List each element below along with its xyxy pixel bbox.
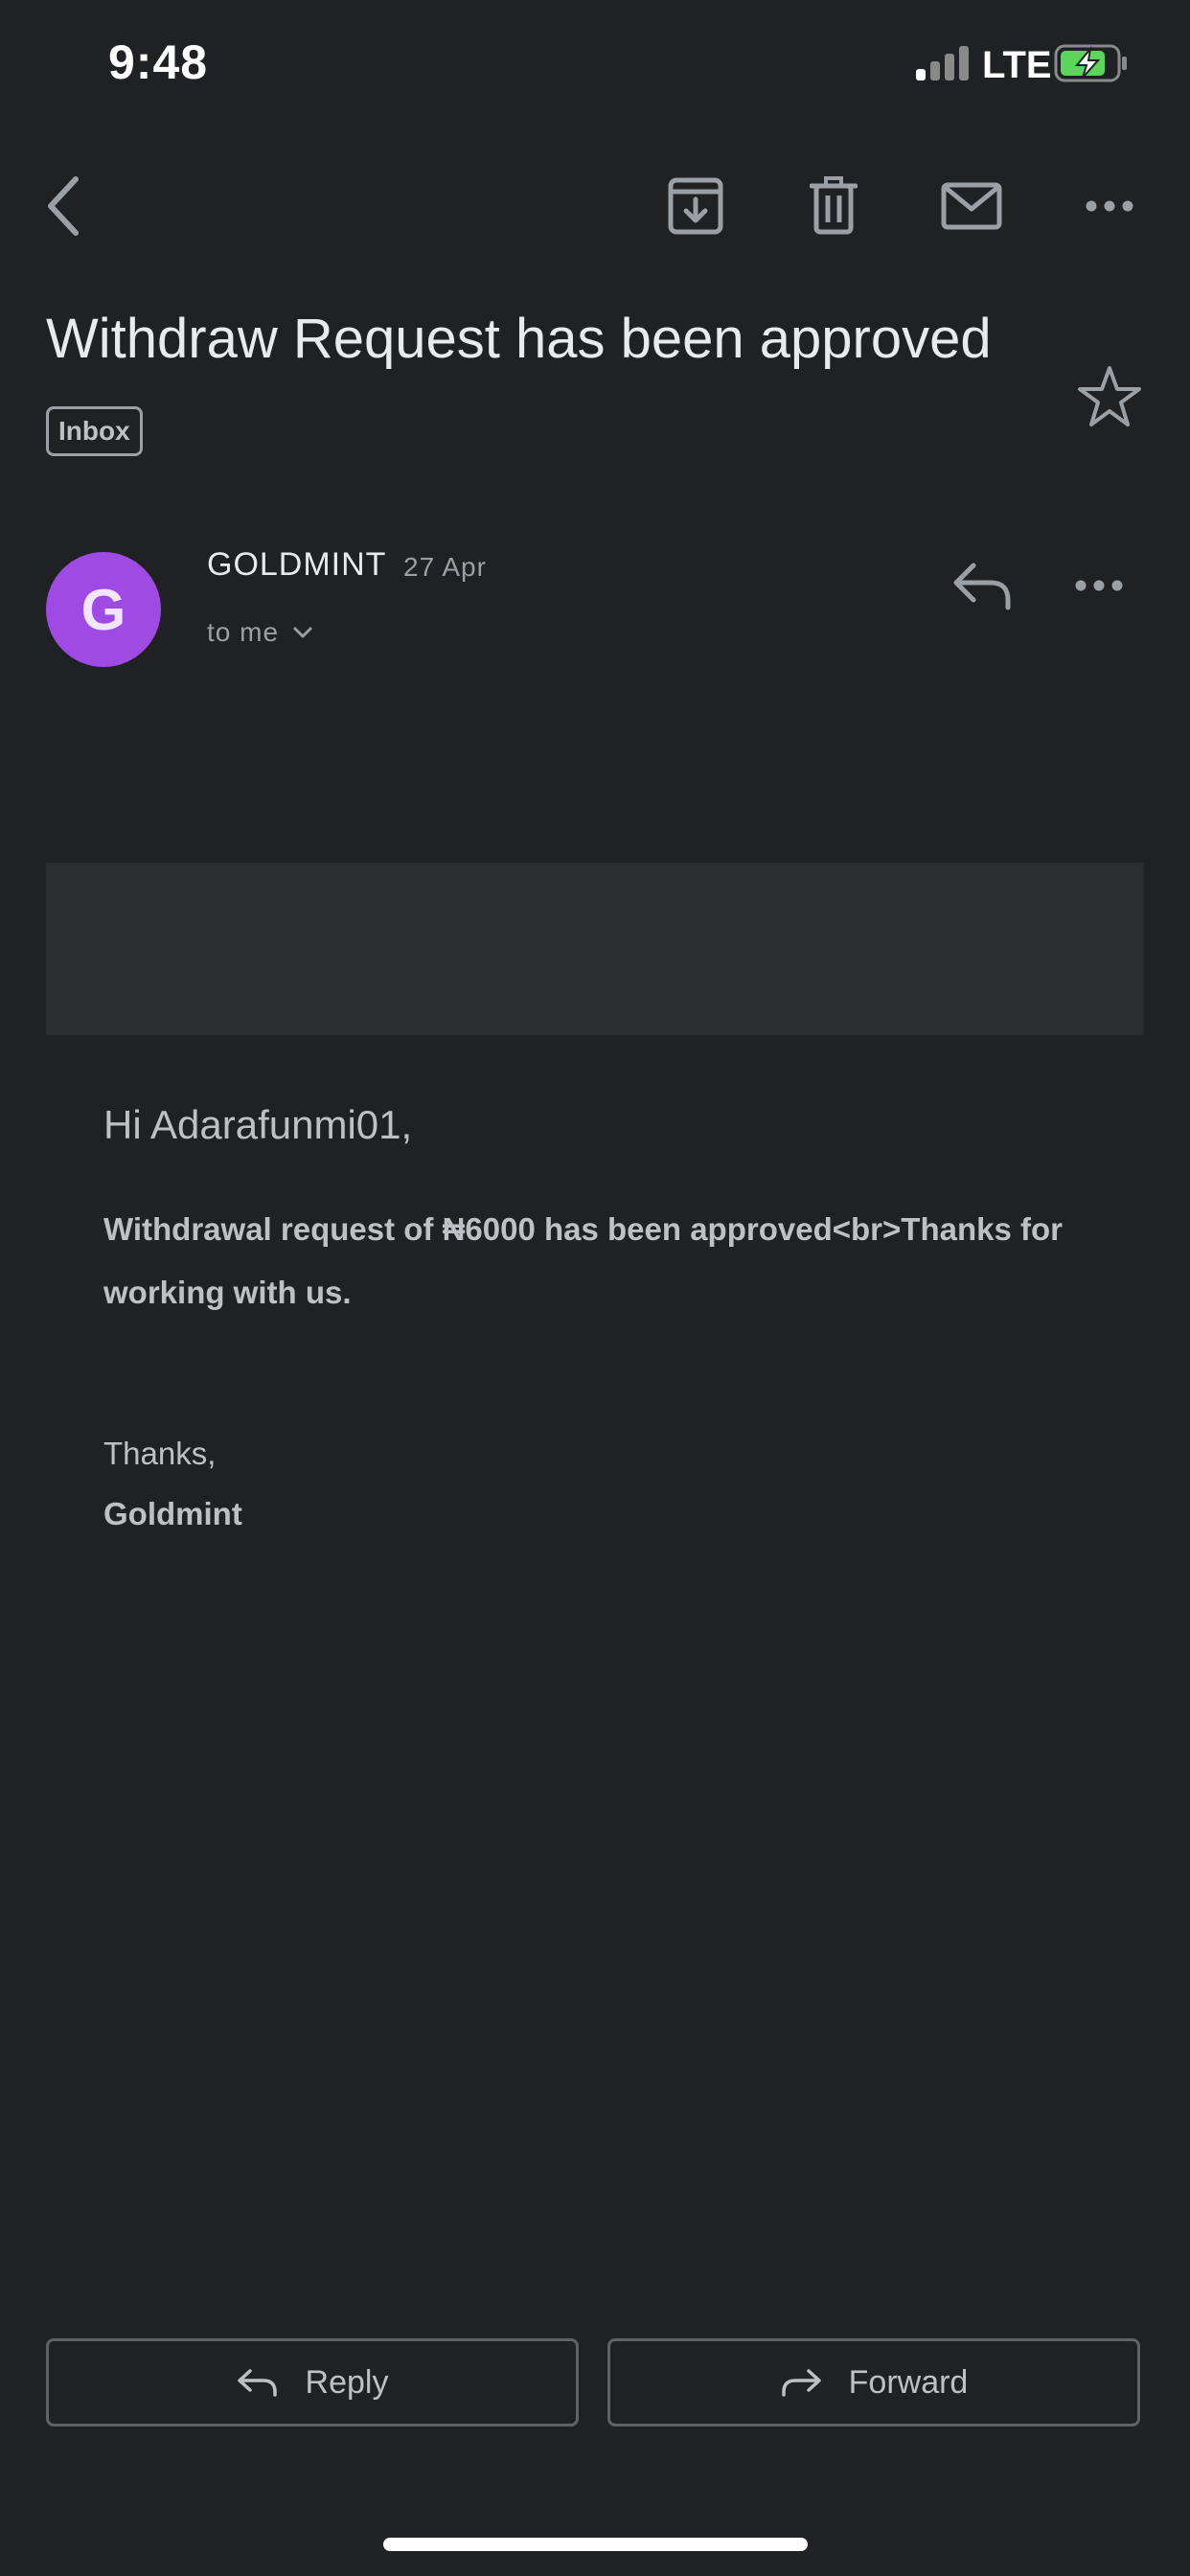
- delete-button[interactable]: [798, 171, 869, 242]
- mark-unread-button[interactable]: [936, 171, 1007, 242]
- more-horizontal-icon: [1075, 580, 1123, 591]
- star-button[interactable]: [1073, 360, 1146, 433]
- status-time: 9:48: [108, 35, 209, 89]
- chevron-down-icon: [293, 627, 312, 638]
- message-more-button[interactable]: [1075, 552, 1146, 621]
- network-type: LTE: [982, 44, 1052, 86]
- more-options-button[interactable]: [1074, 171, 1145, 242]
- recipient-details-toggle[interactable]: to me: [207, 617, 313, 648]
- email-signature: Goldmint: [103, 1496, 242, 1531]
- sender-name: GOLDMINT: [207, 546, 387, 583]
- star-icon: [1078, 366, 1141, 426]
- email-message: Withdrawal request of ₦6000 has been app…: [103, 1211, 1063, 1310]
- reply-button[interactable]: Reply: [46, 2338, 579, 2426]
- reply-button-label: Reply: [305, 2363, 389, 2401]
- chevron-left-icon: [48, 176, 79, 236]
- trash-icon: [810, 176, 858, 235]
- home-indicator[interactable]: [383, 2538, 808, 2551]
- battery-charging-icon: [1054, 44, 1129, 82]
- sender-avatar[interactable]: G: [46, 552, 161, 667]
- signal-strength-icon: [916, 46, 970, 80]
- inbox-label-chip[interactable]: Inbox: [46, 406, 143, 456]
- recipient-label: to me: [207, 617, 280, 647]
- archive-button[interactable]: [660, 171, 731, 242]
- email-greeting: Hi Adarafunmi01,: [103, 1102, 413, 1147]
- back-button[interactable]: [29, 171, 100, 242]
- mail-icon: [941, 182, 1002, 230]
- archive-icon: [668, 177, 723, 235]
- email-signoff: Thanks,: [103, 1436, 217, 1471]
- forward-button[interactable]: Forward: [607, 2338, 1140, 2426]
- email-header-banner: [46, 862, 1144, 1035]
- reply-icon: [953, 563, 1011, 610]
- reply-arrow-icon: [237, 2369, 277, 2397]
- email-subject: Withdraw Request has been approved: [46, 308, 992, 370]
- forward-button-label: Forward: [848, 2363, 969, 2401]
- reply-icon-button[interactable]: [949, 552, 1018, 621]
- email-date: 27 Apr: [403, 552, 487, 582]
- more-horizontal-icon: [1086, 200, 1133, 212]
- forward-arrow-icon: [781, 2369, 821, 2397]
